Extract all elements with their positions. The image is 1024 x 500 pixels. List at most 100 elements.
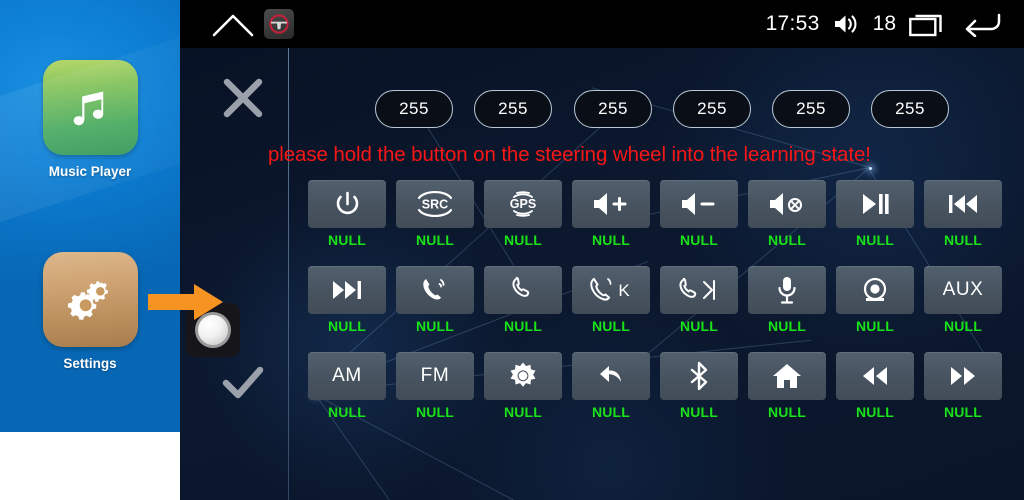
adc-value-pill[interactable]: 255 [574, 90, 652, 128]
adc-value-row: 255 255 255 255 255 255 [180, 90, 1024, 130]
recents-icon[interactable] [909, 11, 947, 37]
key-label: NULL [503, 232, 543, 248]
volume-up-icon [592, 191, 630, 217]
src-icon: SRC [412, 189, 458, 219]
key-tile[interactable] [924, 352, 1002, 400]
key-row: AM NULL FM NULL NULL NULL NULL NULL NULL… [308, 352, 1008, 420]
key-tile[interactable]: AM [308, 352, 386, 400]
back-arrow-icon[interactable] [960, 11, 1002, 37]
key-cell-play-pause[interactable]: NULL [836, 180, 914, 248]
key-row: NULL SRC NULL GPS NULL NULL NULL NULL NU… [308, 180, 1008, 248]
key-tile[interactable] [308, 180, 386, 228]
key-cell-volume-down[interactable]: NULL [660, 180, 738, 248]
key-cell-fm[interactable]: FM NULL [396, 352, 474, 420]
adc-value-pill[interactable]: 255 [871, 90, 949, 128]
bg-glow-dot [869, 167, 872, 170]
volume-down-icon [680, 191, 718, 217]
volume-mute-icon [768, 191, 806, 217]
fm-icon: FM [420, 365, 450, 386]
key-cell-fast-forward[interactable]: NULL [924, 352, 1002, 420]
key-tile[interactable]: SRC [396, 180, 474, 228]
key-tile[interactable]: FM [396, 352, 474, 400]
key-cell-previous-track[interactable]: NULL [924, 180, 1002, 248]
bluetooth-icon [688, 361, 710, 391]
music-player-tile[interactable] [42, 60, 138, 155]
app-settings[interactable]: Settings [0, 252, 180, 371]
steering-wheel-icon[interactable] [264, 9, 294, 39]
key-cell-back-return[interactable]: NULL [572, 352, 650, 420]
key-cell-call-answer-k[interactable]: K NULL [572, 266, 650, 334]
key-tile[interactable] [748, 266, 826, 314]
adc-value-pill[interactable]: 255 [673, 90, 751, 128]
key-tile[interactable] [748, 352, 826, 400]
key-tile[interactable]: AUX [924, 266, 1002, 314]
music-note-icon [64, 82, 116, 134]
key-cell-microphone[interactable]: NULL [748, 266, 826, 334]
key-cell-power[interactable]: NULL [308, 180, 386, 248]
key-assignment-grid: NULL SRC NULL GPS NULL NULL NULL NULL NU… [308, 180, 1008, 438]
key-cell-home[interactable]: NULL [748, 352, 826, 420]
status-bar-right-cluster: 17:53 18 [766, 0, 1002, 48]
key-label: NULL [591, 318, 631, 334]
key-cell-bluetooth[interactable]: NULL [660, 352, 738, 420]
power-icon [334, 191, 361, 218]
learning-knob-button[interactable] [186, 303, 240, 357]
call-hangup-icon [509, 275, 537, 305]
home-icon[interactable] [211, 12, 255, 38]
key-tile[interactable] [836, 266, 914, 314]
key-tile[interactable] [748, 180, 826, 228]
app-label: Settings [63, 356, 117, 371]
key-label: NULL [327, 232, 367, 248]
key-cell-rewind[interactable]: NULL [836, 352, 914, 420]
key-tile[interactable] [660, 180, 738, 228]
knob-inner [195, 312, 231, 348]
key-cell-aux[interactable]: AUX NULL [924, 266, 1002, 334]
key-cell-am[interactable]: AM NULL [308, 352, 386, 420]
sidebar-bottom-blank [0, 432, 180, 500]
key-cell-src[interactable]: SRC NULL [396, 180, 474, 248]
key-cell-call-hangup[interactable]: NULL [484, 266, 562, 334]
key-tile[interactable] [924, 180, 1002, 228]
key-cell-call-hangup-next[interactable]: NULL [660, 266, 738, 334]
key-tile[interactable] [660, 352, 738, 400]
key-tile[interactable]: K [572, 266, 650, 314]
adc-value-pill[interactable]: 255 [474, 90, 552, 128]
key-cell-call-answer[interactable]: NULL [396, 266, 474, 334]
svg-text:K: K [618, 281, 630, 300]
aux-icon: AUX [942, 279, 984, 300]
adc-value-pill[interactable]: 255 [772, 90, 850, 128]
adc-value-pill[interactable]: 255 [375, 90, 453, 128]
settings-tile[interactable] [42, 252, 138, 347]
key-label: NULL [415, 232, 455, 248]
home-house-icon [772, 362, 802, 390]
key-tile[interactable] [836, 180, 914, 228]
key-label: NULL [503, 404, 543, 420]
key-tile[interactable] [484, 266, 562, 314]
volume-icon[interactable] [833, 12, 860, 36]
key-tile[interactable] [308, 266, 386, 314]
app-music-player[interactable]: Music Player [0, 60, 180, 179]
key-label: NULL [679, 232, 719, 248]
key-tile[interactable] [572, 180, 650, 228]
key-label: NULL [679, 318, 719, 334]
key-tile[interactable] [484, 352, 562, 400]
key-tile[interactable] [836, 352, 914, 400]
key-label: NULL [943, 232, 983, 248]
app-label: Music Player [48, 164, 132, 179]
checkmark-icon[interactable] [220, 363, 266, 403]
key-cell-volume-up[interactable]: NULL [572, 180, 650, 248]
key-tile[interactable] [396, 266, 474, 314]
key-tile[interactable] [572, 352, 650, 400]
call-answer-icon [419, 275, 451, 305]
key-label: NULL [679, 404, 719, 420]
key-cell-next-track[interactable]: NULL [308, 266, 386, 334]
key-tile[interactable] [660, 266, 738, 314]
key-cell-mute[interactable]: NULL [748, 180, 826, 248]
key-tile[interactable]: GPS [484, 180, 562, 228]
key-cell-gps[interactable]: GPS NULL [484, 180, 562, 248]
key-label: NULL [415, 318, 455, 334]
key-cell-brightness[interactable]: NULL [484, 352, 562, 420]
play-pause-icon [858, 191, 892, 217]
key-cell-camera[interactable]: NULL [836, 266, 914, 334]
key-label: NULL [855, 232, 895, 248]
